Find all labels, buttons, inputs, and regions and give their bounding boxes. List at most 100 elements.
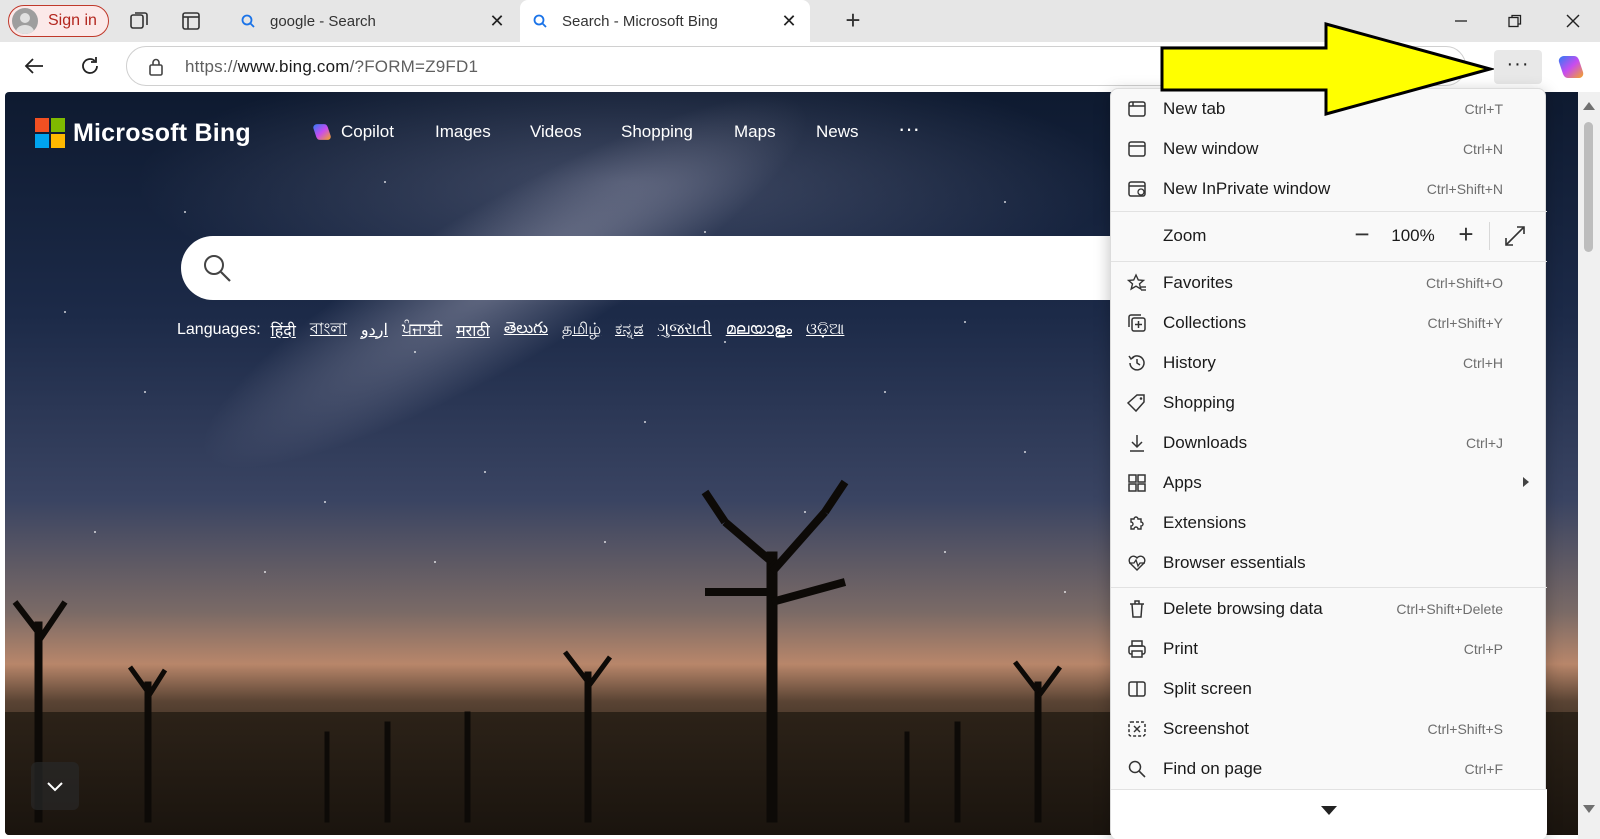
menu-item-shortcut: Ctrl+Shift+O: [1425, 275, 1503, 291]
url-text: https://www.bing.com/?FORM=Z9FD1: [185, 57, 478, 77]
menu-item-print[interactable]: Print Ctrl+P: [1111, 629, 1547, 669]
download-icon: [1130, 435, 1144, 452]
zoom-out-button[interactable]: −: [1347, 220, 1377, 250]
menu-item-shopping[interactable]: Shopping: [1111, 383, 1547, 423]
tab-bing-search[interactable]: Search - Microsoft Bing ✕: [520, 0, 810, 42]
menu-item-collections[interactable]: Collections Ctrl+Shift+Y: [1111, 303, 1547, 343]
fullscreen-icon[interactable]: [1503, 224, 1527, 248]
copilot-icon[interactable]: [1556, 53, 1586, 81]
menu-item-history[interactable]: History Ctrl+H: [1111, 343, 1547, 383]
settings-and-more-menu: New tab Ctrl+T New window Ctrl+N New InP…: [1110, 88, 1547, 839]
menu-item-label: Extensions: [1163, 513, 1247, 532]
nav-more[interactable]: ···: [898, 116, 920, 142]
vertical-tabs-icon[interactable]: [178, 8, 204, 34]
settings-and-more-button[interactable]: ···: [1494, 50, 1542, 84]
scroll-down-button[interactable]: [31, 762, 79, 810]
nav-videos[interactable]: Videos: [530, 122, 582, 142]
language-link[interactable]: தமிழ்: [562, 320, 601, 340]
scrollbar-thumb[interactable]: [1584, 122, 1593, 252]
menu-item-new-window[interactable]: New window Ctrl+N: [1111, 129, 1547, 169]
page-scrollbar[interactable]: [1578, 92, 1600, 839]
language-link[interactable]: ଓଡ଼ିଆ: [806, 321, 844, 339]
zoom-row: Zoom − 100% +: [1111, 212, 1547, 260]
heart-pulse-icon: [1128, 555, 1146, 571]
language-link[interactable]: हिंदी: [271, 319, 296, 341]
lock-icon[interactable]: [147, 57, 165, 77]
menu-item-shortcut: Ctrl+F: [1464, 761, 1504, 777]
new-window-icon: [1128, 141, 1146, 157]
caret-down-icon: [1321, 806, 1337, 815]
scroll-up-arrow-icon[interactable]: [1583, 102, 1595, 110]
url-prefix: https://: [185, 57, 238, 76]
close-tab-icon[interactable]: ✕: [780, 12, 798, 30]
menu-item-find-on-page[interactable]: Find on page Ctrl+F: [1111, 749, 1547, 789]
menu-item-shortcut: Ctrl+Shift+N: [1426, 181, 1503, 197]
history-icon: [1128, 355, 1145, 371]
menu-item-browser-essentials[interactable]: Browser essentials: [1111, 543, 1547, 583]
back-icon[interactable]: [20, 52, 48, 80]
menu-item-label: New window: [1163, 139, 1259, 158]
search-favicon-icon: [533, 14, 547, 28]
apps-icon: [1128, 474, 1146, 492]
language-link[interactable]: मराठी: [456, 319, 490, 341]
menu-item-new-inprivate-window[interactable]: New InPrivate window Ctrl+Shift+N: [1111, 169, 1547, 209]
url-path: /?FORM=Z9FD1: [349, 57, 479, 76]
language-link[interactable]: ਪੰਜਾਬੀ: [402, 321, 442, 339]
bing-logo[interactable]: Microsoft Bing: [35, 118, 251, 148]
refresh-icon[interactable]: [76, 52, 104, 80]
inprivate-icon: [1128, 181, 1146, 197]
language-link[interactable]: ಕನ್ನಡ: [615, 321, 643, 339]
search-input[interactable]: [181, 236, 1181, 300]
scroll-down-arrow-icon[interactable]: [1583, 805, 1595, 813]
menu-item-apps[interactable]: Apps: [1111, 463, 1547, 503]
language-link[interactable]: বাংলা: [310, 316, 347, 343]
search-favicon-icon: [241, 14, 255, 28]
menu-item-label: Print: [1163, 639, 1198, 658]
zoom-in-button[interactable]: +: [1451, 220, 1481, 250]
close-tab-icon[interactable]: ✕: [488, 12, 506, 30]
menu-item-shortcut: Ctrl+N: [1462, 141, 1503, 157]
menu-item-downloads[interactable]: Downloads Ctrl+J: [1111, 423, 1547, 463]
puzzle-icon: [1130, 516, 1144, 530]
nav-shopping[interactable]: Shopping: [621, 122, 693, 142]
nav-news[interactable]: News: [816, 122, 859, 142]
sign-in-button[interactable]: Sign in: [8, 5, 109, 37]
nav-maps[interactable]: Maps: [734, 122, 776, 142]
restore-icon[interactable]: [1500, 8, 1530, 34]
zoom-value: 100%: [1391, 226, 1435, 245]
menu-item-label: Downloads: [1163, 433, 1248, 452]
menu-item-label: Shopping: [1163, 393, 1235, 412]
menu-item-shortcut: Ctrl+P: [1463, 641, 1503, 657]
trash-icon: [1130, 600, 1144, 618]
workspaces-icon[interactable]: [126, 8, 152, 34]
favorites-icon: [1127, 273, 1146, 291]
zoom-separator: [1489, 222, 1490, 250]
new-tab-button[interactable]: +: [840, 7, 866, 34]
menu-item-delete-browsing-data[interactable]: Delete browsing data Ctrl+Shift+Delete: [1111, 589, 1547, 629]
tab-google-search[interactable]: google - Search ✕: [228, 0, 518, 42]
menu-item-split-screen[interactable]: Split screen: [1111, 669, 1547, 709]
search-icon[interactable]: [201, 252, 233, 284]
language-link[interactable]: తెలుగు: [504, 319, 548, 341]
language-link[interactable]: ગુજરાતી: [658, 321, 712, 339]
find-icon: [1128, 760, 1146, 778]
zoom-label: Zoom: [1163, 226, 1207, 245]
menu-item-label: Delete browsing data: [1163, 599, 1323, 618]
menu-item-favorites[interactable]: Favorites Ctrl+Shift+O: [1111, 263, 1547, 303]
copilot-icon: [313, 124, 331, 140]
language-link[interactable]: اردو: [361, 320, 388, 340]
nav-copilot[interactable]: Copilot: [311, 122, 394, 142]
new-tab-icon: [1128, 101, 1146, 117]
menu-item-label: Apps: [1163, 473, 1202, 492]
menu-more-button[interactable]: [1111, 789, 1547, 839]
close-window-icon[interactable]: [1558, 8, 1588, 34]
menu-item-label: Favorites: [1163, 273, 1233, 292]
menu-item-label: Find on page: [1163, 759, 1263, 778]
language-link[interactable]: മലയാളം: [726, 321, 792, 339]
microsoft-logo-icon: [35, 118, 65, 148]
menu-item-shortcut: Ctrl+Shift+Y: [1427, 315, 1503, 331]
menu-item-label: Collections: [1163, 313, 1247, 332]
nav-images[interactable]: Images: [435, 122, 491, 142]
menu-item-screenshot[interactable]: Screenshot Ctrl+Shift+S: [1111, 709, 1547, 749]
menu-item-extensions[interactable]: Extensions: [1111, 503, 1547, 543]
